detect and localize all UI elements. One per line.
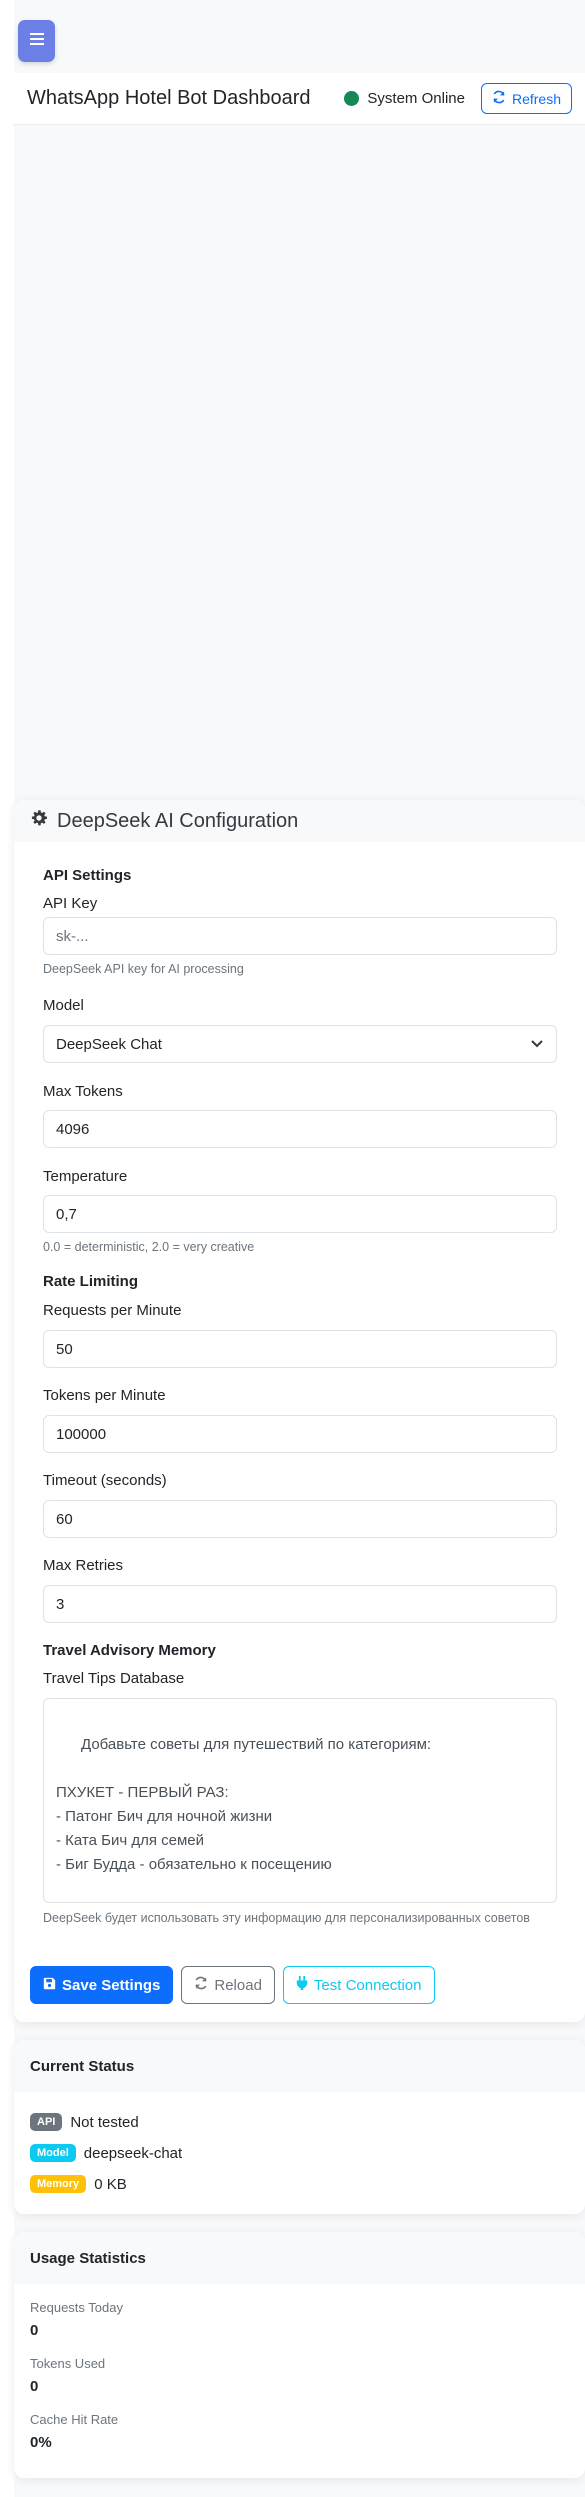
cache-hit-value: 0%: [30, 2434, 52, 2451]
status-row-model: Model deepseek-chat: [30, 2144, 182, 2162]
api-key-input[interactable]: [43, 917, 557, 955]
temperature-label: Temperature: [43, 1168, 128, 1185]
memory-badge: Memory: [30, 2175, 87, 2193]
save-icon: [43, 1977, 56, 1994]
config-card-header: DeepSeek AI Configuration: [14, 800, 585, 842]
requests-today-value: 0: [30, 2322, 39, 2339]
model-select[interactable]: DeepSeek Chat: [43, 1025, 557, 1063]
rpm-input[interactable]: [43, 1330, 557, 1368]
refresh-button[interactable]: Refresh: [480, 83, 572, 114]
reload-icon: [194, 1976, 208, 1994]
model-selected-value: DeepSeek Chat: [56, 1035, 162, 1053]
refresh-icon: [492, 90, 506, 107]
rate-limiting-heading: Rate Limiting: [43, 1273, 139, 1290]
tpm-label: Tokens per Minute: [43, 1387, 166, 1404]
page-title: WhatsApp Hotel Bot Dashboard: [27, 87, 311, 109]
plug-icon: [296, 1976, 308, 1994]
timeout-input[interactable]: [43, 1500, 557, 1538]
max-tokens-label: Max Tokens: [43, 1083, 123, 1100]
gear-icon: [30, 809, 48, 833]
current-status-title: Current Status: [14, 2040, 585, 2092]
reload-label: Reload: [214, 1976, 262, 1994]
system-status: System Online: [344, 90, 465, 107]
current-status-card: Current Status API Not tested Model deep…: [14, 2040, 585, 2214]
status-dot-icon: [344, 91, 360, 106]
model-label: Model: [43, 997, 84, 1014]
sidebar-strip: [0, 0, 14, 2497]
api-settings-heading: API Settings: [43, 867, 132, 884]
test-connection-button[interactable]: Test Connection: [282, 1966, 435, 2004]
config-title: DeepSeek AI Configuration: [57, 809, 299, 832]
cache-hit-label: Cache Hit Rate: [30, 2412, 119, 2427]
temperature-help: 0.0 = deterministic, 2.0 = very creative: [43, 1240, 255, 1254]
memory-status-value: 0 KB: [94, 2175, 127, 2193]
usage-statistics-card: Usage Statistics Requests Today 0 Tokens…: [14, 2232, 585, 2478]
tips-label: Travel Tips Database: [43, 1670, 185, 1687]
retries-label: Max Retries: [43, 1557, 124, 1574]
api-status-value: Not tested: [70, 2113, 139, 2131]
usage-statistics-title: Usage Statistics: [14, 2232, 585, 2284]
tokens-used-value: 0: [30, 2378, 39, 2395]
api-key-help: DeepSeek API key for AI processing: [43, 962, 244, 976]
timeout-label: Timeout (seconds): [43, 1472, 167, 1489]
save-settings-label: Save Settings: [62, 1976, 161, 1994]
tips-help: DeepSeek будет использовать эту информац…: [43, 1911, 530, 1925]
config-actions: Save Settings Reload Test Connection: [30, 1966, 435, 2004]
model-status-value: deepseek-chat: [83, 2144, 183, 2162]
tokens-used-label: Tokens Used: [30, 2356, 106, 2371]
reload-button[interactable]: Reload: [181, 1966, 275, 2004]
resize-handle-icon[interactable]: [546, 1892, 554, 1900]
retries-input[interactable]: [43, 1585, 557, 1623]
tpm-input[interactable]: [43, 1415, 557, 1453]
save-settings-button[interactable]: Save Settings: [30, 1966, 174, 2004]
api-key-label: API Key: [43, 895, 98, 912]
tips-text: Добавьте советы для путешествий по катег…: [56, 1736, 432, 1873]
tips-textarea[interactable]: Добавьте советы для путешествий по катег…: [43, 1698, 557, 1903]
top-navbar: WhatsApp Hotel Bot Dashboard System Onli…: [14, 73, 585, 125]
test-connection-label: Test Connection: [313, 1976, 422, 1994]
rpm-label: Requests per Minute: [43, 1302, 182, 1319]
travel-memory-heading: Travel Advisory Memory: [43, 1642, 216, 1659]
hamburger-icon: [29, 32, 44, 50]
chevron-down-icon: [530, 1036, 544, 1053]
status-text: System Online: [367, 90, 465, 107]
api-badge: API: [30, 2113, 63, 2131]
status-row-memory: Memory 0 KB: [30, 2175, 127, 2193]
menu-toggle-button[interactable]: [18, 20, 55, 62]
refresh-label: Refresh: [511, 90, 561, 107]
deepseek-config-card: DeepSeek AI Configuration API Settings A…: [14, 800, 585, 2022]
model-badge: Model: [30, 2144, 76, 2162]
max-tokens-input[interactable]: [43, 1110, 557, 1148]
temperature-input[interactable]: [43, 1195, 557, 1233]
status-row-api: API Not tested: [30, 2113, 139, 2131]
requests-today-label: Requests Today: [30, 2300, 123, 2315]
